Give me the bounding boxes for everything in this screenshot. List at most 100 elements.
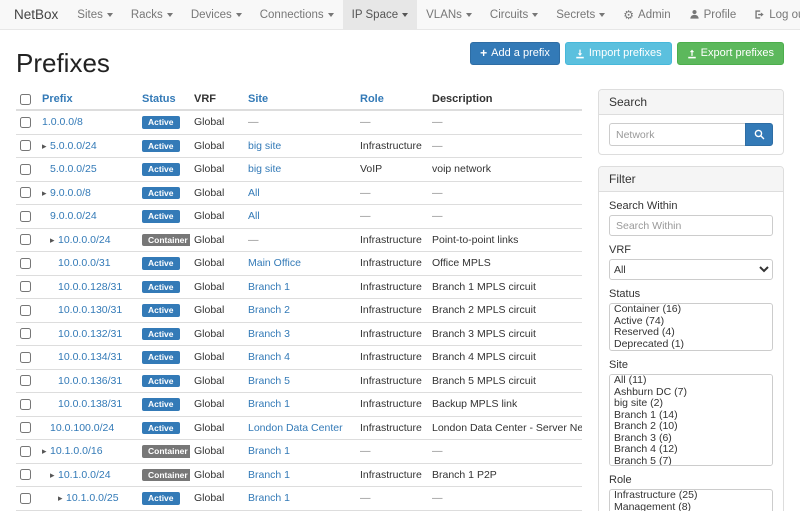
listbox-option[interactable]: Deprecated (1) [610, 339, 772, 351]
prefix-link[interactable]: 10.1.0.0/25 [66, 492, 119, 504]
row-checkbox[interactable] [20, 117, 31, 128]
prefix-link[interactable]: 10.0.0.138/31 [58, 398, 122, 410]
role-cell: — [356, 440, 428, 464]
add-prefix-button[interactable]: + Add a prefix [470, 42, 560, 65]
site-link[interactable]: All [248, 210, 260, 222]
site-link[interactable]: Branch 3 [248, 328, 290, 340]
prefix-link[interactable]: 1.0.0.0/8 [42, 116, 83, 128]
nav-item-sites[interactable]: Sites [68, 0, 122, 29]
row-checkbox[interactable] [20, 305, 31, 316]
nav-item-vlans[interactable]: VLANs [417, 0, 481, 29]
checkbox-cell [16, 205, 38, 229]
status-badge: Active [142, 281, 180, 294]
site-link[interactable]: Branch 1 [248, 281, 290, 293]
site-link[interactable]: London Data Center [248, 422, 343, 434]
prefix-link[interactable]: 10.0.0.136/31 [58, 375, 122, 387]
listbox-option[interactable]: All (11) [610, 375, 772, 387]
row-checkbox[interactable] [20, 164, 31, 175]
nav-item-circuits[interactable]: Circuits [481, 0, 547, 29]
prefix-link[interactable]: 10.0.0.0/31 [58, 257, 111, 269]
column-header-role[interactable]: Role [356, 89, 428, 110]
export-prefixes-button[interactable]: Export prefixes [677, 42, 784, 65]
site-link[interactable]: Branch 2 [248, 304, 290, 316]
row-checkbox[interactable] [20, 375, 31, 386]
row-checkbox[interactable] [20, 234, 31, 245]
site-link[interactable]: Branch 4 [248, 351, 290, 363]
chevron-down-icon [328, 13, 334, 17]
select-all-checkbox[interactable] [20, 94, 31, 105]
column-header-status[interactable]: Status [138, 89, 190, 110]
status-listbox[interactable]: Container (16)Active (74)Reserved (4)Dep… [609, 303, 773, 351]
row-checkbox[interactable] [20, 258, 31, 269]
site-cell: — [244, 228, 356, 252]
table-row: 5.0.0.0/25ActiveGlobalbig siteVoIPvoip n… [16, 158, 582, 182]
site-listbox[interactable]: All (11)Ashburn DC (7)big site (2)Branch… [609, 374, 773, 466]
listbox-option[interactable]: Container (16) [610, 304, 772, 316]
prefix-link[interactable]: 10.0.0.130/31 [58, 304, 122, 316]
listbox-option[interactable]: big site (2) [610, 398, 772, 410]
site-link[interactable]: Branch 1 [248, 445, 290, 457]
search-button[interactable] [745, 123, 773, 146]
row-checkbox[interactable] [20, 446, 31, 457]
description-value: Branch 2 MPLS circuit [432, 304, 536, 316]
listbox-option[interactable]: Branch 2 (10) [610, 421, 772, 433]
prefix-link[interactable]: 10.1.0.0/24 [58, 469, 111, 481]
site-link[interactable]: Branch 1 [248, 469, 290, 481]
row-checkbox[interactable] [20, 281, 31, 292]
row-checkbox[interactable] [20, 493, 31, 504]
listbox-option[interactable]: Branch 4 (12) [610, 444, 772, 456]
role-listbox[interactable]: Infrastructure (25)Management (8)Private… [609, 489, 773, 511]
nav-item-connections[interactable]: Connections [251, 0, 343, 29]
status-badge: Active [142, 116, 180, 129]
nav-item-profile[interactable]: Profile [680, 0, 746, 29]
site-link[interactable]: Main Office [248, 257, 301, 269]
logout-icon [754, 9, 765, 20]
brand[interactable]: NetBox [10, 0, 68, 29]
listbox-option[interactable]: Management (8) [610, 502, 772, 511]
nav-item-devices[interactable]: Devices [182, 0, 251, 29]
column-header-prefix[interactable]: Prefix [38, 89, 138, 110]
vrf-cell: Global [190, 487, 244, 511]
search-input[interactable] [609, 123, 745, 146]
listbox-option[interactable]: Branch 5 (7) [610, 456, 772, 467]
site-link[interactable]: Branch 1 [248, 398, 290, 410]
prefix-link[interactable]: 10.0.0.132/31 [58, 328, 122, 340]
vrf-select[interactable]: All [609, 259, 773, 280]
row-checkbox[interactable] [20, 399, 31, 410]
row-checkbox[interactable] [20, 352, 31, 363]
site-link[interactable]: All [248, 187, 260, 199]
prefix-link[interactable]: 5.0.0.0/25 [50, 163, 97, 175]
site-link[interactable]: big site [248, 140, 281, 152]
nav-item-admin[interactable]: ⚙ Admin [614, 0, 679, 29]
site-link[interactable]: Branch 5 [248, 375, 290, 387]
prefix-link[interactable]: 10.0.100.0/24 [50, 422, 114, 434]
prefix-link[interactable]: 9.0.0.0/8 [50, 187, 91, 199]
row-checkbox[interactable] [20, 187, 31, 198]
table-row: ▸10.0.0.0/24ContainerGlobal—Infrastructu… [16, 228, 582, 252]
prefix-link[interactable]: 5.0.0.0/24 [50, 140, 97, 152]
row-checkbox[interactable] [20, 140, 31, 151]
empty-value: — [360, 116, 371, 128]
column-header-site[interactable]: Site [244, 89, 356, 110]
site-link[interactable]: Branch 1 [248, 492, 290, 504]
import-prefixes-button[interactable]: Import prefixes [565, 42, 672, 65]
nav-item-ip-space[interactable]: IP Space [343, 0, 417, 29]
prefix-link[interactable]: 10.0.0.134/31 [58, 351, 122, 363]
search-within-input[interactable] [609, 215, 773, 236]
row-checkbox[interactable] [20, 422, 31, 433]
site-link[interactable]: big site [248, 163, 281, 175]
listbox-option[interactable]: Reserved (4) [610, 327, 772, 339]
vrf-value: Global [194, 116, 224, 128]
prefix-link[interactable]: 10.0.0.128/31 [58, 281, 122, 293]
nav-item-secrets[interactable]: Secrets [547, 0, 614, 29]
prefix-link[interactable]: 10.0.0.0/24 [58, 234, 111, 246]
prefix-link[interactable]: 10.1.0.0/16 [50, 445, 103, 457]
prefix-link[interactable]: 9.0.0.0/24 [50, 210, 97, 222]
row-checkbox[interactable] [20, 328, 31, 339]
row-checkbox[interactable] [20, 469, 31, 480]
nav-item-logout[interactable]: Log out [745, 0, 800, 29]
prefix-cell: ▸10.1.0.0/24 [38, 463, 138, 487]
listbox-option[interactable]: Infrastructure (25) [610, 490, 772, 502]
nav-item-racks[interactable]: Racks [122, 0, 182, 29]
row-checkbox[interactable] [20, 211, 31, 222]
